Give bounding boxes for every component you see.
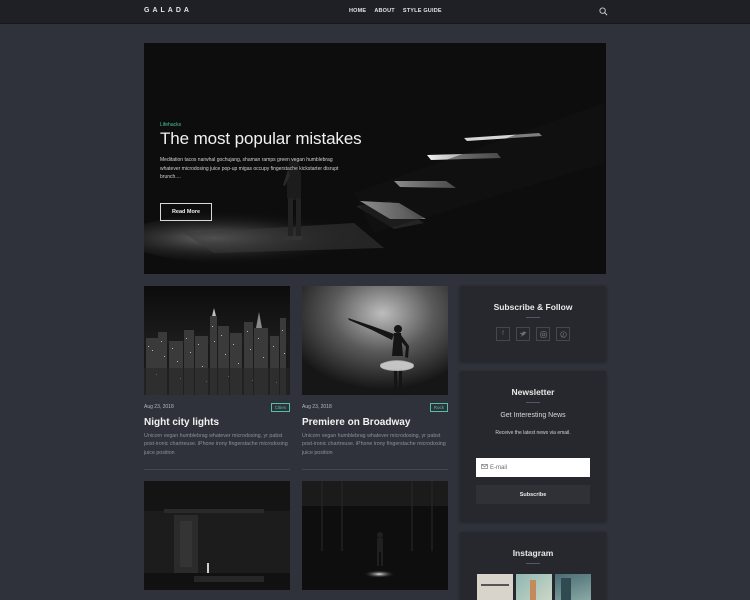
post-excerpt: Unicorn vegan humblebrag whatever microd… xyxy=(144,433,288,456)
post-card xyxy=(144,481,290,590)
instagram-photo[interactable] xyxy=(516,574,552,600)
post-image-book-room[interactable] xyxy=(144,481,290,590)
site-logo[interactable]: GALADA xyxy=(144,7,192,14)
post-card: Aug 23, 2018 Rock Premiere on Broadway U… xyxy=(302,286,448,470)
nav-about[interactable]: ABOUT xyxy=(374,8,395,14)
main-nav: HOME ABOUT STYLE GUIDE xyxy=(349,8,442,14)
social-links: f xyxy=(496,327,570,341)
email-field[interactable]: E-mail xyxy=(476,458,590,477)
facebook-icon[interactable]: f xyxy=(496,327,510,341)
instagram-photo[interactable] xyxy=(555,574,591,600)
post-title[interactable]: Night city lights xyxy=(144,417,219,428)
email-placeholder: E-mail xyxy=(490,464,508,471)
divider xyxy=(526,402,540,403)
top-navigation-bar: GALADA HOME ABOUT STYLE GUIDE xyxy=(0,0,750,24)
twitter-icon[interactable] xyxy=(516,327,530,341)
read-more-button[interactable]: Read More xyxy=(160,203,212,221)
post-date: Aug 23, 2018 xyxy=(302,404,332,410)
widget-title: Instagram xyxy=(512,548,554,558)
divider xyxy=(302,469,448,470)
divider xyxy=(144,469,290,470)
nav-home[interactable]: HOME xyxy=(349,8,366,14)
divider xyxy=(526,563,540,564)
newsletter-subtitle: Get Interesting News xyxy=(500,412,566,419)
post-date: Aug 23, 2018 xyxy=(144,404,174,410)
instagram-widget: Instagram xyxy=(460,532,606,600)
post-image-night-city[interactable] xyxy=(144,286,290,395)
hero-category[interactable]: Lifehacks xyxy=(160,122,181,128)
widget-title: Newsletter xyxy=(511,387,555,397)
instagram-icon[interactable] xyxy=(536,327,550,341)
post-card: Aug 23, 2018 Cities Night city lights Un… xyxy=(144,286,290,470)
search-icon[interactable] xyxy=(599,7,608,16)
post-tag[interactable]: Cities xyxy=(270,403,290,412)
widget-title: Subscribe & Follow xyxy=(493,302,573,312)
featured-post-hero[interactable]: Lifehacks The most popular mistakes Medi… xyxy=(144,43,606,274)
hero-excerpt: Meditation tacos narwhal gochujang, sham… xyxy=(160,157,339,180)
newsletter-widget: Newsletter Get Interesting News Receive … xyxy=(460,371,606,521)
post-excerpt: Unicorn vegan humblebrag whatever microd… xyxy=(302,433,446,456)
divider xyxy=(526,317,540,318)
post-image-dancer[interactable] xyxy=(302,286,448,395)
hero-title[interactable]: The most popular mistakes xyxy=(160,129,362,149)
nav-style-guide[interactable]: STYLE GUIDE xyxy=(403,8,442,14)
post-card xyxy=(302,481,448,590)
post-tag[interactable]: Rock xyxy=(429,403,448,412)
subscribe-follow-widget: Subscribe & Follow f xyxy=(460,286,606,361)
instagram-grid xyxy=(477,574,591,600)
newsletter-description: Receive the latest news via email. xyxy=(495,430,571,436)
post-image-stage[interactable] xyxy=(302,481,448,590)
post-title[interactable]: Premiere on Broadway xyxy=(302,417,410,428)
mail-icon xyxy=(481,464,488,471)
pinterest-icon[interactable] xyxy=(556,327,570,341)
subscribe-button[interactable]: Subscribe xyxy=(476,485,590,504)
instagram-photo[interactable] xyxy=(477,574,513,600)
